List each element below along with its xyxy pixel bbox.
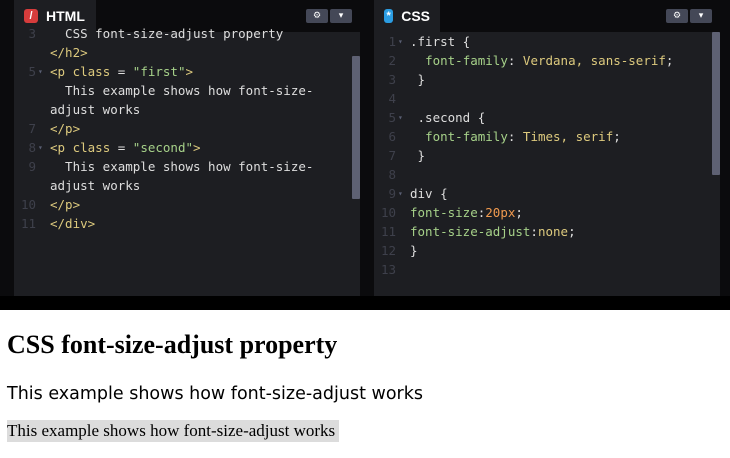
line-number: 9 (388, 186, 396, 201)
gear-icon: ⚙ (312, 11, 322, 21)
html-scrollbar[interactable] (352, 56, 360, 199)
second-paragraph: This example shows how font-size-adjust … (7, 420, 340, 442)
fold-arrow-icon[interactable]: ▾ (398, 108, 403, 127)
line-number: 7 (28, 121, 36, 136)
css-settings-button[interactable]: ⚙ (666, 9, 688, 23)
css-asterisk-icon: * (384, 9, 394, 23)
left-gutter (0, 0, 14, 296)
code-text: <p class = "second"> (50, 140, 201, 155)
line-number: 5 (388, 110, 396, 125)
line-number: 6 (388, 129, 396, 144)
code-text: </p> (50, 197, 81, 212)
line-number: 11 (20, 216, 36, 231)
line-number: 3 (388, 72, 396, 87)
fold-arrow-icon[interactable]: ▾ (398, 32, 403, 51)
chevron-down-icon: ▾ (338, 11, 344, 21)
code-text: .second { (410, 110, 486, 125)
code-text: This example shows how font-size- (50, 83, 314, 98)
code-text: .first { (410, 34, 471, 49)
code-text: font-family: Times, serif; (425, 129, 621, 144)
code-text: This example shows how font-size- (50, 159, 314, 174)
tab-css[interactable]: * CSS (374, 0, 440, 32)
result-preview: CSS font-size-adjust property This examp… (0, 310, 730, 458)
chevron-down-icon: ▾ (698, 11, 704, 21)
code-text: font-size:20px; (410, 205, 523, 220)
html-settings-button[interactable]: ⚙ (306, 9, 328, 23)
code-text: } (410, 243, 418, 258)
css-tabbar: * CSS ⚙ ▾ (374, 0, 720, 32)
line-number: 12 (380, 243, 396, 258)
line-number: 11 (380, 224, 396, 239)
code-text: font-family: Verdana, sans-serif; (425, 53, 674, 68)
css-scrollbar[interactable] (712, 32, 720, 175)
line-number: 3 (28, 26, 36, 41)
code-text: </h2> (50, 45, 88, 60)
tab-html-label: HTML (46, 8, 85, 24)
code-text: } (410, 72, 426, 87)
result-heading: CSS font-size-adjust property (7, 330, 338, 359)
css-editor-pane: * CSS ⚙ ▾ 1 ▾ .first {2 font-family: Verda… (374, 0, 720, 296)
code-text: } (410, 148, 426, 163)
code-text: </div> (50, 216, 96, 231)
line-number: 4 (388, 91, 396, 106)
line-number: 10 (20, 197, 36, 212)
code-editor: / HTML ⚙ ▾ 3 CSS font-size-adjust proper… (0, 0, 730, 310)
html-editor-pane: / HTML ⚙ ▾ 3 CSS font-size-adjust proper… (14, 0, 360, 296)
line-number: 9 (28, 159, 36, 174)
css-collapse-button[interactable]: ▾ (690, 9, 712, 23)
code-text: adjust works (50, 102, 141, 117)
line-number: 5 (28, 64, 36, 79)
html-collapse-button[interactable]: ▾ (330, 9, 352, 23)
code-text: <p class = "first"> (50, 64, 194, 79)
fold-arrow-icon[interactable]: ▾ (398, 184, 403, 203)
line-number: 8 (28, 140, 36, 155)
code-text: adjust works (50, 178, 141, 193)
tab-css-label: CSS (401, 8, 430, 24)
code-text: CSS font-size-adjust property (50, 26, 284, 41)
line-number: 10 (380, 205, 396, 220)
line-number: 8 (388, 167, 396, 182)
code-text: font-size-adjust:none; (410, 224, 576, 239)
fold-arrow-icon[interactable]: ▾ (38, 62, 43, 81)
pane-divider[interactable] (360, 0, 374, 296)
line-number: 2 (388, 53, 396, 68)
line-number: 1 (388, 34, 396, 49)
line-number: 7 (388, 148, 396, 163)
first-paragraph: This example shows how font-size-adjust … (7, 384, 423, 404)
code-text: div { (410, 186, 448, 201)
fold-arrow-icon[interactable]: ▾ (38, 138, 43, 157)
gear-icon: ⚙ (672, 11, 682, 21)
code-text: </p> (50, 121, 81, 136)
line-number: 13 (380, 262, 396, 277)
html-slash-icon: / (24, 9, 38, 23)
right-gutter (720, 0, 730, 296)
